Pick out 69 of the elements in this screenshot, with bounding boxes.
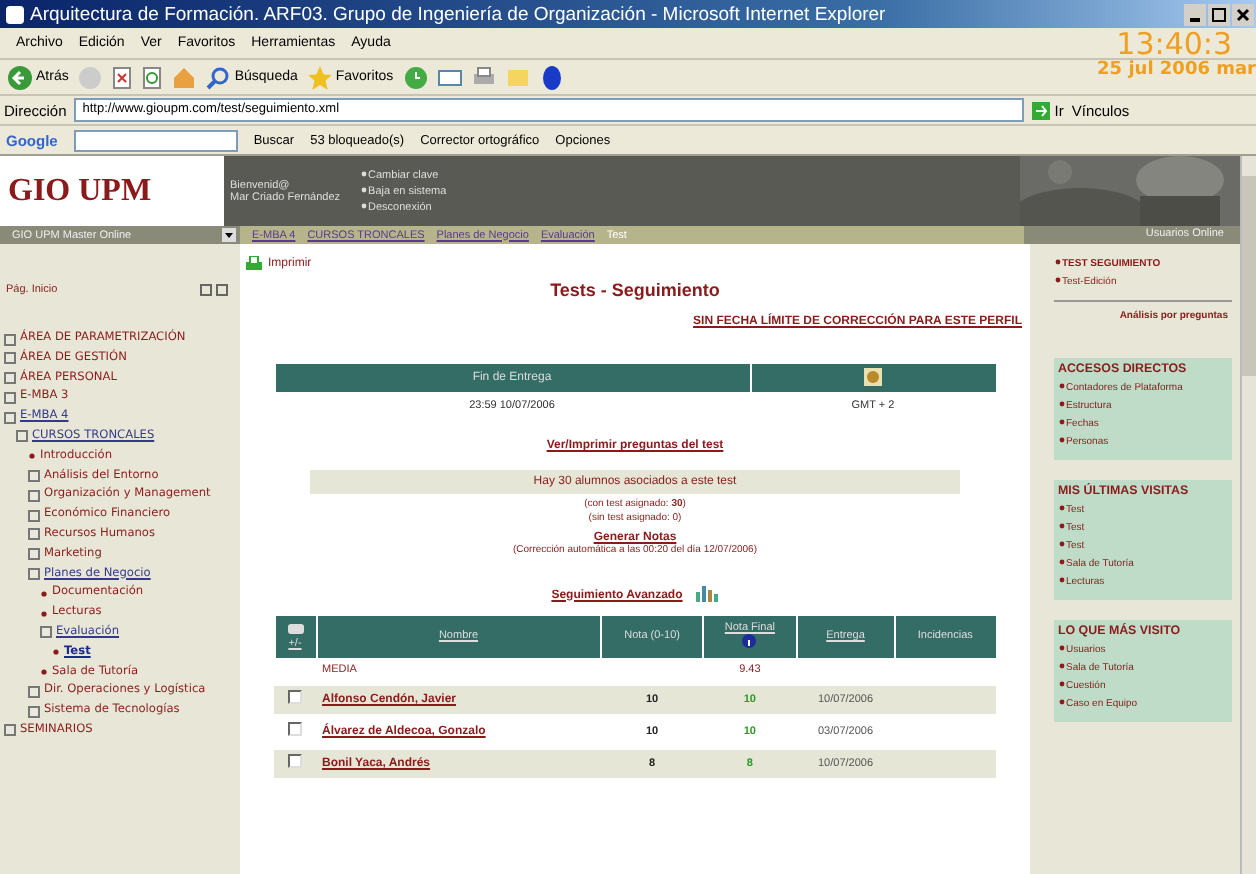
row-checkbox[interactable] (288, 722, 302, 736)
bullet-icon (1058, 698, 1066, 706)
printer-icon (246, 256, 262, 272)
bullet-icon (1058, 662, 1066, 670)
scrollbar[interactable] (1240, 156, 1256, 874)
bullet-icon (1058, 436, 1066, 444)
layout-icon[interactable] (200, 284, 228, 296)
folder-box-icon[interactable] (16, 430, 28, 443)
folder-box-icon[interactable] (28, 509, 40, 522)
folder-box-icon[interactable] (28, 470, 40, 483)
bullet-icon (1058, 644, 1066, 652)
toggle-icon[interactable] (287, 623, 303, 633)
page-title: Tests - Seguimiento (548, 280, 722, 300)
bullet-icon (360, 169, 369, 177)
folder-box-icon[interactable] (28, 685, 40, 698)
folder-box-icon[interactable] (4, 411, 16, 424)
folder-box-icon[interactable] (4, 372, 16, 385)
bullet-icon (1054, 276, 1062, 284)
bullet-icon (1058, 418, 1066, 426)
arrow-icon (1032, 101, 1051, 119)
bullet-icon (1054, 258, 1062, 266)
minimize-button[interactable] (1184, 3, 1206, 25)
close-icon (1234, 5, 1252, 23)
bullet-icon (1058, 540, 1066, 548)
clock-date: 25 jul 2006 mar (1097, 60, 1256, 82)
folder-box-icon[interactable] (4, 333, 16, 345)
row-checkbox[interactable] (288, 690, 302, 704)
print-icon[interactable] (471, 65, 496, 89)
maximize-icon (1210, 5, 1228, 23)
clock-time: 13:40:3 (1116, 28, 1234, 60)
bullet-icon (360, 185, 369, 193)
bullet-icon (1058, 382, 1066, 390)
bullet-icon (1058, 522, 1066, 530)
bullet-icon (40, 587, 48, 600)
window-title: Arquitectura de Formación. ARF03. Grupo de Ingeniería de Organización - Microsoft Internet Explorer (30, 3, 886, 25)
stop-icon[interactable] (112, 65, 133, 89)
back-arrow-icon (8, 65, 32, 89)
search-field[interactable] (73, 129, 238, 151)
bullet-icon (40, 607, 48, 620)
bullet-icon (28, 450, 36, 463)
row-checkbox[interactable] (288, 754, 302, 768)
logo[interactable]: GIO UPM (0, 156, 224, 226)
folder-box-icon[interactable] (28, 548, 40, 561)
bullet-icon (360, 201, 369, 209)
folder-box-icon[interactable] (4, 724, 16, 737)
folder-box-icon[interactable] (4, 352, 16, 365)
star-icon (307, 65, 332, 89)
history-icon[interactable] (403, 65, 428, 89)
folder-box-icon[interactable] (28, 489, 40, 502)
bullet-icon (52, 646, 60, 659)
bullet-icon (1058, 680, 1066, 688)
folder-box-icon[interactable] (40, 626, 52, 639)
minimize-icon (1190, 17, 1200, 21)
folder-box-icon[interactable] (4, 391, 16, 404)
maximize-button[interactable] (1208, 3, 1230, 25)
bullet-icon (1058, 504, 1066, 512)
bullet-icon (1058, 558, 1066, 566)
bullet-icon (40, 666, 48, 679)
folder-box-icon[interactable] (28, 528, 40, 541)
bar-chart-icon[interactable] (694, 583, 719, 601)
bullet-icon (1058, 400, 1066, 408)
bullet-icon (1058, 576, 1066, 584)
folder-box-icon[interactable] (28, 705, 40, 718)
refresh-icon[interactable] (142, 65, 163, 89)
search-icon (206, 65, 231, 89)
clock-icon (864, 367, 882, 385)
folder-box-icon[interactable] (28, 568, 40, 581)
close-button[interactable] (1232, 3, 1254, 25)
info-icon[interactable] (742, 633, 757, 647)
